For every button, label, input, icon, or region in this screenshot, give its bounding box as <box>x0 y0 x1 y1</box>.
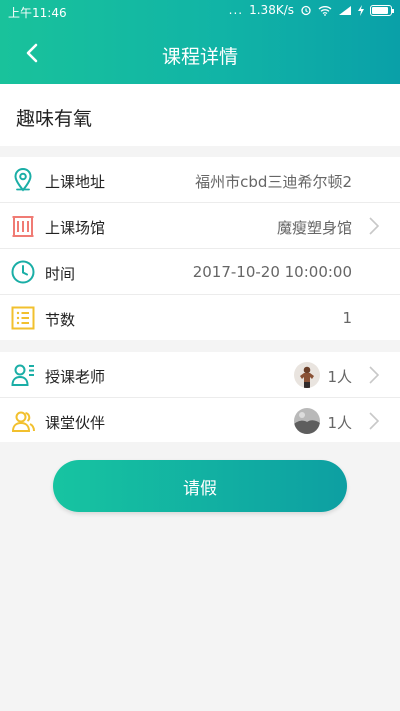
partner-avatar <box>294 408 320 434</box>
address-label: 上课地址 <box>45 173 106 191</box>
sessions-label: 节数 <box>45 311 76 329</box>
alarm-icon <box>301 5 311 16</box>
location-pin-icon <box>14 167 32 192</box>
course-card: 趣味有氧 <box>0 84 400 146</box>
sessions-value: 1 <box>342 309 352 327</box>
page-title: 课程详情 <box>161 46 238 68</box>
time-label: 时间 <box>45 265 76 283</box>
clock-icon <box>11 260 35 284</box>
battery-icon <box>370 4 394 16</box>
course-name: 趣味有氧 <box>16 108 93 130</box>
address-value: 福州市cbd三迪希尔顿2 <box>195 173 352 191</box>
partners-label: 课堂伙伴 <box>45 414 106 432</box>
detail-row-address: 上课地址 福州市cbd三迪希尔顿2 <box>0 157 400 203</box>
people-row-partners[interactable]: 课堂伙伴 1人 <box>0 398 400 444</box>
venue-value: 魔瘦塑身馆 <box>276 219 352 237</box>
teacher-label: 授课老师 <box>45 368 106 386</box>
status-time: 上午11:46 <box>8 6 67 20</box>
detail-row-time: 时间 2017-10-20 10:00:00 <box>0 249 400 295</box>
chevron-right-icon <box>369 412 380 430</box>
partners-count: 1人 <box>327 414 352 432</box>
signal-icon <box>339 5 351 15</box>
detail-row-sessions: 节数 1 <box>0 295 400 341</box>
header-bar: 上午11:46 ... 1.38K/s 课程详情 <box>0 0 400 84</box>
detail-row-venue[interactable]: 上课场馆 魔瘦塑身馆 <box>0 203 400 249</box>
list-icon <box>11 306 35 330</box>
teacher-avatar <box>294 362 320 388</box>
course-details-list: 上课地址 福州市cbd三迪希尔顿2 上课场馆 魔瘦塑身馆 时间 2017-10-… <box>0 157 400 340</box>
network-speed: 1.38K/s <box>249 3 294 17</box>
wifi-icon <box>318 5 332 16</box>
charging-icon <box>358 4 364 16</box>
chevron-right-icon <box>369 366 380 384</box>
status-dots: ... <box>228 3 244 17</box>
time-value: 2017-10-20 10:00:00 <box>192 263 352 281</box>
status-bar: 上午11:46 ... 1.38K/s <box>0 0 400 22</box>
chevron-right-icon <box>369 217 380 235</box>
leave-button[interactable]: 请假 <box>53 460 347 512</box>
teacher-icon <box>11 364 34 386</box>
teacher-count: 1人 <box>327 368 352 386</box>
building-icon <box>12 216 34 237</box>
partners-icon <box>11 411 35 432</box>
people-row-teacher[interactable]: 授课老师 1人 <box>0 352 400 398</box>
course-people-list: 授课老师 1人 课堂伙伴 1人 <box>0 352 400 442</box>
venue-label: 上课场馆 <box>45 219 106 237</box>
